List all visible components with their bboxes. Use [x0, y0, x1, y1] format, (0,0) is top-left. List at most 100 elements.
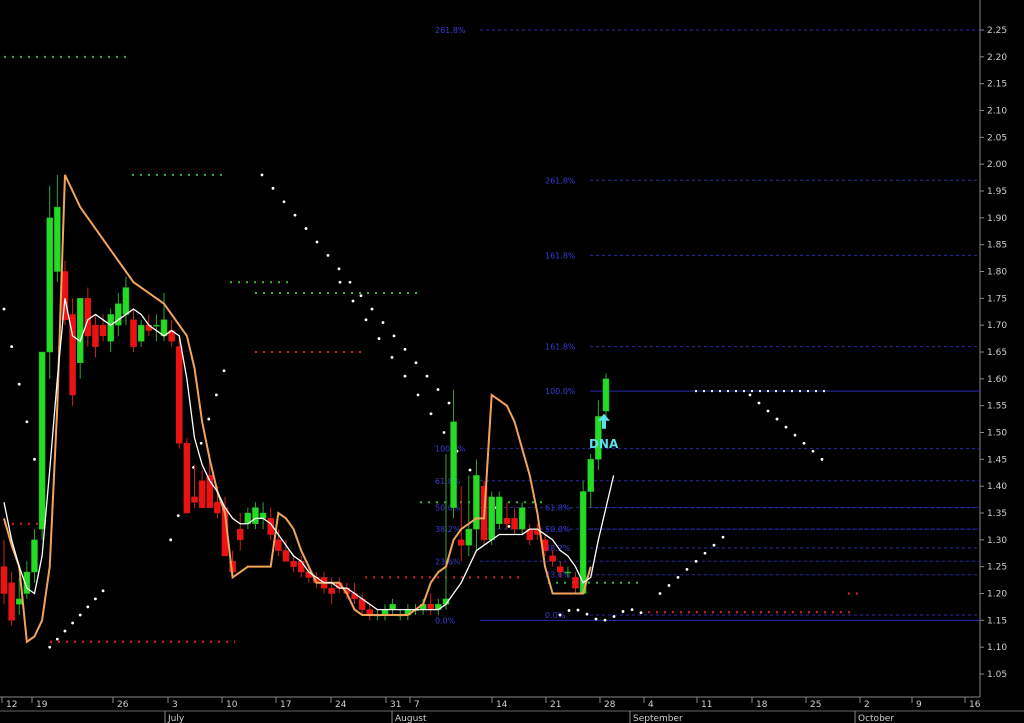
candle-body [572, 577, 579, 589]
sar-dot [101, 589, 105, 593]
y-tick-label: 1.15 [987, 616, 1007, 626]
candle-body [198, 480, 206, 508]
sar-dot [442, 431, 446, 434]
fib-level-label: 161.8% [545, 343, 576, 352]
sar-dot [676, 576, 680, 579]
sar-dot [811, 449, 815, 453]
sar-dot [748, 393, 752, 397]
sar-dot [802, 441, 806, 445]
x-tick-label: 19 [36, 700, 48, 710]
candle-body [153, 324, 160, 327]
sar-dot [468, 468, 472, 472]
sar-dot [55, 637, 59, 641]
y-tick-label: 1.45 [987, 455, 1007, 465]
sar-dot [507, 525, 511, 528]
sar-dot [685, 567, 689, 571]
sar-dot [658, 592, 662, 595]
candle-body [183, 442, 191, 514]
sar-dot [304, 227, 308, 230]
sar-dot [712, 543, 716, 547]
sar-dot [48, 645, 52, 649]
sar-dot [260, 173, 264, 177]
x-tick-label: 24 [335, 700, 347, 710]
sar-dot [576, 608, 580, 612]
y-tick-label: 2.10 [987, 107, 1007, 117]
x-tick-label: 2 [864, 700, 870, 710]
sar-dot [326, 254, 330, 257]
fib-level-label: 0.0% [545, 611, 566, 620]
x-tick-label: 14 [496, 700, 508, 710]
y-tick-label: 1.70 [987, 321, 1007, 331]
sar-dot [703, 551, 707, 555]
sar-dot [2, 307, 6, 311]
fib-level-label: 161.8% [545, 251, 576, 260]
sar-dot [271, 186, 275, 190]
y-tick-label: 1.20 [987, 590, 1007, 600]
candle-body [259, 512, 267, 519]
sar-dot [199, 441, 203, 445]
y-tick-label: 2.05 [987, 133, 1007, 143]
sar-dot [94, 597, 97, 601]
candle-body [282, 550, 290, 562]
x-tick-label: 31 [390, 700, 401, 710]
sar-dot [416, 393, 420, 397]
candle-body [290, 561, 297, 567]
y-tick-label: 2.00 [987, 160, 1007, 170]
sar-dot [425, 374, 429, 378]
candle-body [564, 571, 572, 574]
x-tick-label: 9 [916, 700, 922, 710]
candle-body [465, 528, 473, 546]
sar-dot [585, 612, 589, 616]
x-tick-label: 17 [280, 700, 291, 710]
sar-dot [558, 613, 562, 617]
candle-body [427, 603, 434, 610]
sar-dot [612, 615, 616, 618]
candle-body [99, 324, 107, 337]
sar-dot [429, 412, 433, 416]
sar-dot [403, 374, 407, 378]
sar-dot [667, 584, 671, 587]
candle-body [236, 528, 244, 541]
sar-dot [176, 514, 180, 518]
x-tick-label: 10 [226, 700, 238, 710]
candle-body [496, 496, 503, 524]
candle-body [511, 518, 518, 530]
candle-body [214, 502, 221, 514]
y-tick-label: 1.10 [987, 643, 1007, 653]
fib-level-label: 50.0% [435, 504, 461, 513]
y-tick-label: 1.25 [987, 563, 1007, 573]
x-tick-label: 11 [701, 700, 712, 710]
fib-level-label: 261.8% [435, 26, 466, 35]
fib-level-label: 38.2% [545, 544, 571, 553]
sar-dot [436, 388, 440, 391]
candle-body [84, 298, 92, 337]
y-tick-label: 2.15 [987, 80, 1007, 90]
candle-body [328, 587, 335, 594]
candle-body [0, 566, 8, 594]
candle-body [389, 603, 396, 610]
y-tick-label: 1.50 [987, 429, 1007, 439]
candle-body [602, 378, 610, 412]
sar-dot [784, 425, 788, 429]
sar-dot [364, 318, 368, 322]
sar-dot [338, 280, 342, 284]
x-tick-label: 26 [117, 700, 129, 710]
sar-dot [293, 213, 297, 217]
sar-dot [447, 401, 451, 405]
sar-dot [567, 609, 571, 612]
candle-body [191, 496, 198, 503]
candle-body [160, 319, 168, 337]
sar-dot [390, 355, 394, 359]
sar-dot [621, 610, 625, 613]
candle-body [176, 346, 183, 444]
candle-body [61, 271, 69, 321]
x-tick-label: 18 [756, 700, 768, 710]
sar-dot [348, 280, 352, 284]
month-label: October [858, 714, 894, 723]
sar-dot [721, 535, 725, 539]
y-tick-label: 1.80 [987, 268, 1007, 278]
candle-body [122, 287, 130, 315]
sar-dot [630, 608, 634, 612]
chart-background [0, 0, 1024, 723]
sar-dot [86, 605, 90, 609]
